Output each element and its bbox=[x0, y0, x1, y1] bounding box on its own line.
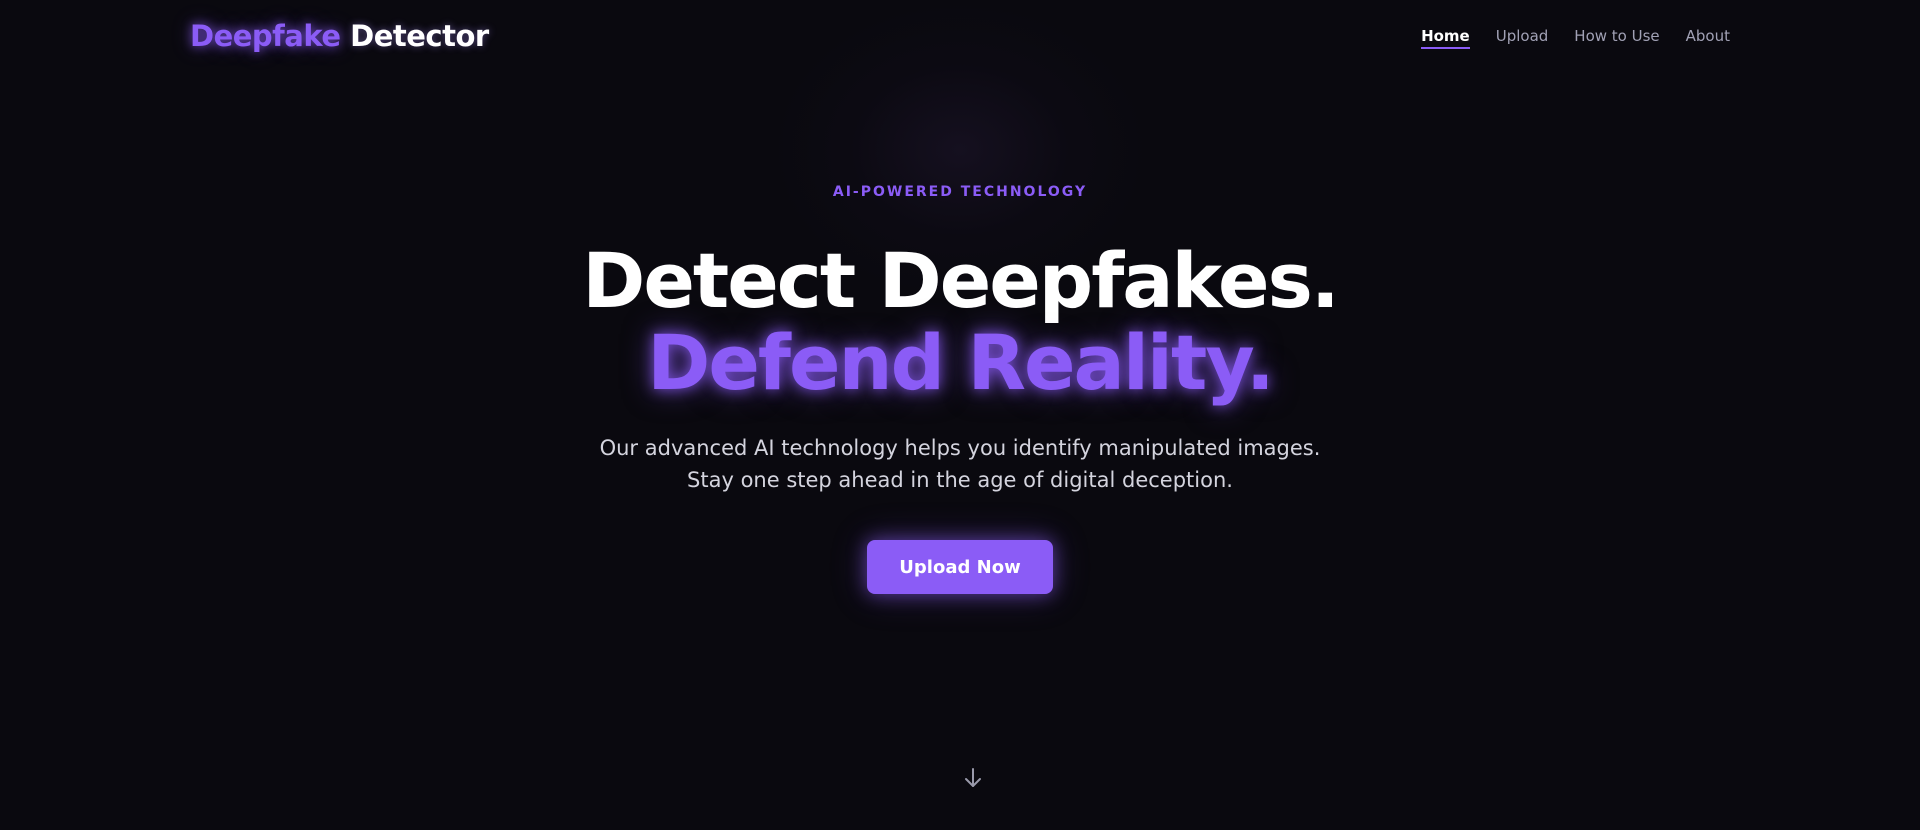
nav-link-about[interactable]: About bbox=[1686, 26, 1730, 49]
page: Deepfake Detector Home Upload How to Use… bbox=[0, 0, 1920, 830]
nav-link-upload[interactable]: Upload bbox=[1496, 26, 1549, 49]
nav-link-home[interactable]: Home bbox=[1421, 26, 1470, 49]
arrow-down-icon[interactable] bbox=[962, 766, 984, 790]
nav-link-how-to-use[interactable]: How to Use bbox=[1574, 26, 1659, 49]
logo-main-text: Detector bbox=[340, 19, 489, 53]
headline-line-1: Detect Deepfakes. bbox=[582, 236, 1339, 325]
navbar: Deepfake Detector Home Upload How to Use… bbox=[0, 0, 1920, 74]
logo-accent-text: Deepfake bbox=[190, 19, 341, 53]
hero-eyebrow: AI-POWERED TECHNOLOGY bbox=[832, 184, 1088, 200]
logo[interactable]: Deepfake Detector bbox=[190, 16, 489, 56]
upload-now-button[interactable]: Upload Now bbox=[867, 540, 1053, 594]
nav-links: Home Upload How to Use About bbox=[1421, 26, 1730, 49]
hero-subtitle: Our advanced AI technology helps you ide… bbox=[599, 436, 1321, 492]
headline-line-2: Defend Reality. bbox=[647, 318, 1274, 407]
